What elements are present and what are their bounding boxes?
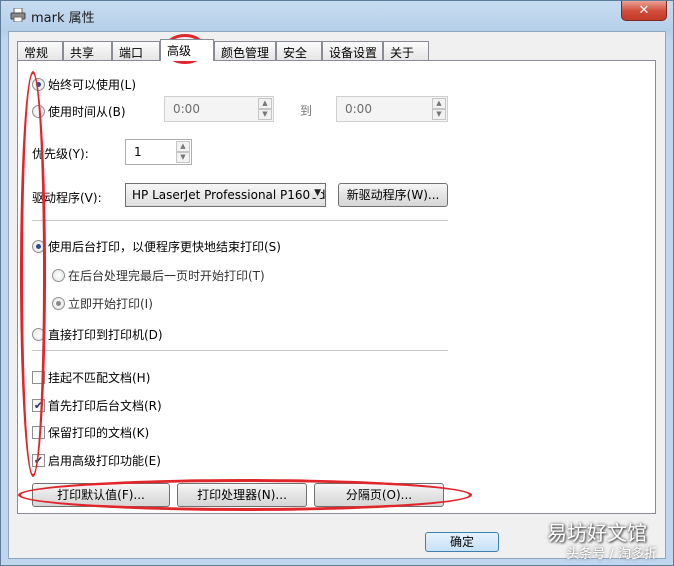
spin-up-icon[interactable]: ▲: [432, 98, 446, 109]
start-immediately-label: 立即开始打印(I): [68, 297, 153, 311]
watermark-subtitle: 头条号 / 淘多折: [566, 547, 657, 562]
separator-page-button[interactable]: 分隔页(O)...: [314, 483, 444, 507]
spin-up-icon[interactable]: ▲: [258, 98, 272, 109]
checkmark-icon: ✔: [32, 399, 45, 412]
to-time-value: 0:00: [345, 102, 372, 116]
advanced-panel: 始终可以使用(L) 使用时间从(B) 0:00 ▲ ▼ 到 0:00 ▲ ▼ 优先级…: [17, 60, 656, 514]
printer-icon: [10, 7, 26, 23]
priority-value: 1: [134, 145, 142, 159]
ok-button[interactable]: 确定: [425, 532, 499, 552]
available-from-radio[interactable]: 使用时间从(B): [32, 103, 126, 120]
radio-selected-icon: [32, 78, 45, 91]
divider: [32, 350, 448, 351]
advanced-features-checkbox[interactable]: ✔ 启用高级打印功能(E): [32, 452, 161, 469]
keep-printed-label: 保留打印的文档(K): [48, 426, 150, 440]
new-driver-button[interactable]: 新驱动程序(W)...: [338, 183, 448, 207]
tab-about[interactable]: 关于: [383, 41, 429, 60]
tab-color-management[interactable]: 颜色管理: [214, 41, 276, 60]
spin-down-icon[interactable]: ▼: [432, 109, 446, 120]
checkbox-icon: [32, 426, 45, 439]
tab-general[interactable]: 常规: [17, 41, 63, 60]
dropdown-arrow-icon: ▼: [311, 188, 321, 198]
hold-mismatched-checkbox[interactable]: 挂起不匹配文档(H): [32, 369, 150, 386]
tab-device-settings[interactable]: 设备设置: [322, 41, 383, 60]
keep-printed-checkbox[interactable]: 保留打印的文档(K): [32, 424, 149, 441]
tab-advanced[interactable]: 高级: [160, 39, 214, 61]
print-direct-label: 直接打印到打印机(D): [48, 328, 163, 342]
radio-icon: [32, 328, 45, 341]
driver-label: 驱动程序(V):: [32, 191, 102, 205]
priority-spinner[interactable]: 1 ▲ ▼: [125, 139, 192, 165]
dialog-body: 常规 共享 端口 高级 颜色管理 安全 设备设置 关于 始终可以使用(L) 使用…: [8, 31, 666, 559]
always-available-label: 始终可以使用(L): [48, 78, 137, 92]
start-immediately-radio[interactable]: 立即开始打印(I): [52, 295, 153, 312]
advanced-features-label: 启用高级打印功能(E): [48, 454, 161, 468]
driver-select[interactable]: HP LaserJet Professional P1606dn ▼: [125, 183, 326, 207]
start-after-last-page-radio[interactable]: 在后台处理完最后一页时开始打印(T): [52, 267, 265, 284]
to-label: 到: [300, 104, 313, 118]
driver-selected-value: HP LaserJet Professional P1606dn: [132, 188, 326, 202]
spin-up-icon[interactable]: ▲: [176, 141, 190, 152]
spool-label: 使用后台打印，以便程序更快地结束打印(S): [48, 240, 281, 254]
print-defaults-button[interactable]: 打印默认值(F)...: [32, 483, 170, 507]
radio-selected-icon: [32, 240, 45, 253]
radio-icon: [52, 269, 65, 282]
tab-security[interactable]: 安全: [276, 41, 322, 60]
title-bar[interactable]: mark 属性 ✕: [1, 1, 673, 31]
radio-icon: [32, 105, 45, 118]
from-time-spinner[interactable]: 0:00 ▲ ▼: [164, 96, 274, 122]
watermark: 易坊好文馆 头条号 / 淘多折: [499, 517, 669, 563]
spool-radio[interactable]: 使用后台打印，以便程序更快地结束打印(S): [32, 238, 281, 255]
properties-window: mark 属性 ✕ 常规 共享 端口 高级 颜色管理 安全 设备设置 关于 始终…: [0, 0, 674, 566]
close-icon: ✕: [638, 3, 650, 18]
spin-down-icon[interactable]: ▼: [176, 152, 190, 163]
spin-down-icon[interactable]: ▼: [258, 109, 272, 120]
watermark-title: 易坊好文馆: [547, 521, 647, 545]
print-processor-button[interactable]: 打印处理器(N)...: [177, 483, 307, 507]
checkbox-icon: [32, 371, 45, 384]
to-time-spinner[interactable]: 0:00 ▲ ▼: [336, 96, 448, 122]
checkmark-icon: ✔: [32, 454, 45, 467]
priority-label: 优先级(Y):: [32, 147, 89, 161]
print-direct-radio[interactable]: 直接打印到打印机(D): [32, 326, 163, 343]
divider: [32, 220, 448, 221]
window-title: mark 属性: [31, 11, 95, 26]
close-button[interactable]: ✕: [621, 1, 667, 21]
tab-sharing[interactable]: 共享: [63, 41, 112, 60]
tab-ports[interactable]: 端口: [112, 41, 160, 60]
radio-selected-icon: [52, 297, 65, 310]
hold-mismatched-label: 挂起不匹配文档(H): [48, 371, 151, 385]
print-spooled-first-label: 首先打印后台文档(R): [48, 399, 162, 413]
always-available-radio[interactable]: 始终可以使用(L): [32, 76, 136, 93]
start-after-last-page-label: 在后台处理完最后一页时开始打印(T): [68, 269, 265, 283]
from-time-value: 0:00: [173, 102, 200, 116]
print-spooled-first-checkbox[interactable]: ✔ 首先打印后台文档(R): [32, 397, 162, 414]
available-from-label: 使用时间从(B): [48, 105, 126, 119]
